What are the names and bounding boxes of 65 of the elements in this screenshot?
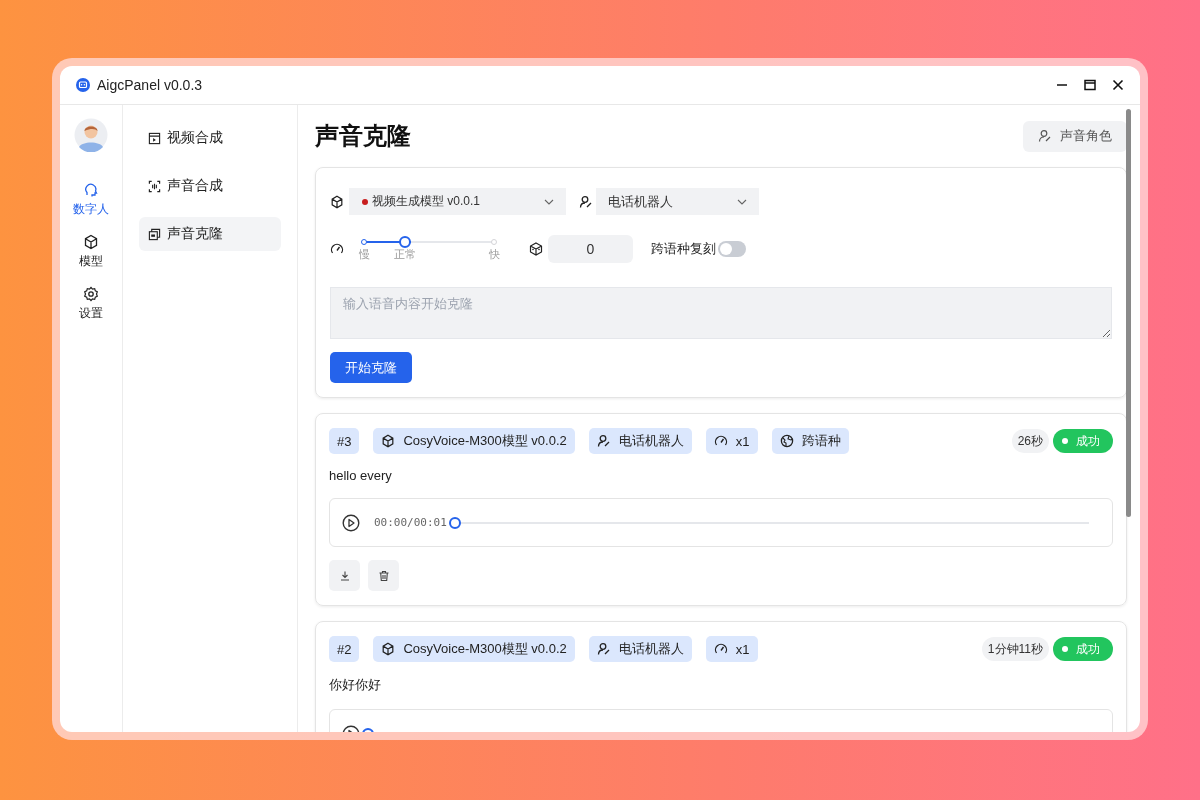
model-select[interactable]: 视频生成模型 v0.0.1: [349, 188, 566, 215]
status-badge: 成功: [1053, 637, 1113, 661]
cube-icon: [381, 642, 396, 656]
scrollbar[interactable]: [1126, 109, 1131, 517]
seed-input[interactable]: 0: [548, 235, 633, 263]
menu-item[interactable]: 视频合成: [139, 121, 281, 155]
playback-time: 00:00/00:01: [374, 516, 447, 529]
user-edit-icon: [579, 194, 593, 209]
avatar-icon[interactable]: [74, 118, 108, 152]
speedometer-icon: [330, 242, 344, 256]
user-edit-icon: [596, 642, 611, 656]
voice-scan-icon: [148, 179, 161, 193]
text-input[interactable]: 输入语音内容开始克隆: [330, 287, 1112, 339]
record-text: hello every: [329, 468, 393, 483]
record-text: 你好你好: [329, 676, 382, 694]
close-icon[interactable]: [1112, 79, 1124, 91]
speaker-select[interactable]: 电话机器人: [596, 188, 759, 215]
record-id: #2: [329, 636, 360, 662]
dice-icon: [529, 242, 543, 256]
globe-icon: [779, 434, 794, 448]
delete-button[interactable]: [368, 560, 399, 591]
record-tag: 跨语种: [771, 428, 849, 454]
app-logo-icon: [76, 78, 90, 92]
record-id: #3: [329, 428, 360, 454]
toggle-label: 跨语种复刻: [651, 240, 716, 258]
window-title: AigcPanel v0.0.3: [97, 77, 203, 93]
nav-item[interactable]: 模型: [79, 234, 103, 270]
nav-item[interactable]: 设置: [79, 286, 103, 322]
video-icon: [148, 131, 161, 145]
voice-role-button[interactable]: 声音角色: [1023, 120, 1127, 152]
record-tag: 电话机器人: [588, 428, 692, 454]
duration-badge: 1分钟11秒: [981, 637, 1049, 661]
cube-icon: [330, 194, 344, 209]
speedometer-icon: [713, 642, 728, 656]
user-edit-icon: [596, 434, 611, 448]
status-badge: 成功: [1053, 429, 1113, 453]
cube-icon: [83, 234, 99, 250]
slider-label: 慢: [359, 248, 370, 261]
duration-badge: 26秒: [1011, 429, 1049, 453]
speedometer-icon: [713, 434, 728, 448]
nav-item[interactable]: 数字人: [73, 182, 109, 218]
cross-lingual-toggle[interactable]: [718, 241, 746, 257]
trash-icon: [377, 569, 390, 582]
record-tag: x1: [705, 636, 758, 662]
record-tag: CosyVoice-M300模型 v0.0.2: [373, 636, 575, 662]
record-tag: x1: [705, 428, 758, 454]
ai-head-icon: [83, 182, 99, 198]
user-edit-icon: [1038, 129, 1052, 143]
play-icon[interactable]: [342, 513, 360, 532]
download-icon: [338, 569, 351, 582]
record-tag: CosyVoice-M300模型 v0.0.2: [373, 428, 575, 454]
download-button[interactable]: [329, 560, 360, 591]
settings-icon: [83, 286, 99, 302]
page-title: 声音克隆: [315, 121, 411, 151]
slider-label: 正常: [394, 248, 416, 261]
start-clone-button[interactable]: 开始克隆: [330, 352, 412, 383]
menu-item[interactable]: 声音克隆: [139, 217, 281, 251]
slider-label: 快: [489, 248, 500, 261]
maximize-icon[interactable]: [1084, 79, 1096, 91]
menu-item[interactable]: 声音合成: [139, 169, 281, 203]
clone-icon: [148, 227, 161, 241]
chevron-down-icon: [544, 198, 554, 205]
cube-icon: [381, 434, 396, 448]
record-tag: 电话机器人: [588, 636, 692, 662]
chevron-down-icon: [737, 198, 747, 205]
